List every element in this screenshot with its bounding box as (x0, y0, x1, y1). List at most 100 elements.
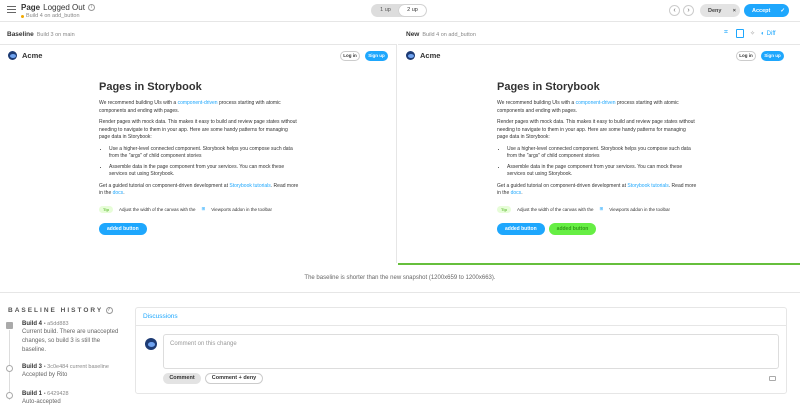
build-desc: Accepted by Rito (22, 372, 68, 378)
acme-logo-icon (406, 51, 415, 60)
story-name: Logged Out (43, 3, 85, 12)
build-hash: • 3c0e484 current baseline (43, 364, 109, 370)
build-number: Build 3 (22, 364, 43, 370)
new-detail: Build 4 on add_button (422, 31, 476, 38)
component-driven-link[interactable]: component-driven (576, 100, 616, 106)
tip-text: Adjust the width of the canvas with the (516, 206, 594, 212)
brand-name: Acme (22, 51, 43, 60)
commit-icon (6, 392, 13, 399)
discussions-panel: Discussions Comment on this change Comme… (135, 307, 787, 394)
snapshot-tools: ⌗ ✧ ◐ Diff (722, 29, 776, 38)
baseline-label: Baseline (7, 31, 34, 38)
build-number: Build 1 (22, 391, 43, 397)
added-button[interactable]: added button (497, 222, 545, 235)
list-item: Assemble data in the page component from… (507, 164, 697, 179)
app-brand: Acme (406, 51, 440, 60)
tip-row: Tip Adjust the width of the canvas with … (497, 205, 697, 213)
next-arrow-icon[interactable]: › (683, 5, 694, 16)
build-number: Build 4 (22, 321, 43, 327)
tutorials-link[interactable]: Storybook tutorials (627, 183, 668, 189)
build-subtitle: Build 4 on add_button (26, 13, 80, 19)
paragraph-2: Render pages with mock data. This makes … (497, 119, 695, 140)
accept-label: Accept (752, 7, 771, 14)
comment-button[interactable]: Comment (163, 373, 201, 384)
login-button[interactable]: Log in (736, 51, 756, 61)
page-heading: Pages in Storybook (99, 81, 202, 93)
markdown-icon (769, 376, 776, 381)
app-brand: Acme (8, 51, 42, 60)
accept-button[interactable]: Accept ✓ (744, 4, 789, 17)
divider (0, 292, 800, 293)
device-icon[interactable] (736, 29, 744, 38)
page-heading: Pages in Storybook (497, 81, 600, 93)
baseline-detail: Build 3 on main (36, 31, 75, 38)
pattern-list: Use a higher-level connected component. … (497, 146, 697, 179)
page-content: Pages in Storybook We recommend building… (99, 81, 299, 235)
signup-button[interactable]: Sign up (365, 51, 388, 61)
paragraph-1: We recommend building UIs with a compone… (99, 100, 281, 114)
paragraph-3: Get a guided tutorial on component-drive… (497, 182, 697, 197)
login-button[interactable]: Log in (340, 51, 360, 61)
prev-arrow-icon[interactable]: ‹ (669, 5, 680, 16)
pattern-list: Use a higher-level connected component. … (99, 146, 299, 179)
docs-link[interactable]: docs (113, 190, 124, 196)
new-snapshot: Acme Log in Sign up Pages in Storybook W… (398, 44, 800, 263)
acme-logo-icon (8, 51, 17, 60)
size-notice: The baseline is shorter than the new sna… (304, 275, 496, 281)
added-button[interactable]: added button (99, 222, 147, 235)
brand-name: Acme (420, 51, 441, 60)
history-item: Build 4 • a5dd883 Current build. There a… (22, 321, 122, 355)
avatar (145, 338, 157, 350)
component-driven-link[interactable]: component-driven (178, 100, 218, 106)
pin-icon[interactable]: ✧ (750, 30, 755, 37)
new-header: New Build 4 on add_button (406, 31, 476, 38)
close-icon: × (732, 7, 736, 14)
tip-badge: Tip (99, 205, 113, 213)
viewport-icon: ⊞ (599, 206, 604, 211)
build-desc: Current build. There are unaccepted chan… (22, 329, 119, 353)
signup-button[interactable]: Sign up (761, 51, 784, 61)
discussions-title: Discussions (136, 308, 786, 326)
baseline-header: Baseline Build 3 on main (7, 31, 75, 38)
comment-input[interactable]: Comment on this change (163, 334, 779, 369)
paragraph-3: Get a guided tutorial on component-drive… (99, 182, 299, 197)
top-bar: Page Logged Out i Build 4 on add_button … (0, 0, 800, 22)
page-content: Pages in Storybook We recommend building… (497, 81, 697, 235)
tip-text-2: Viewports addon in the toolbar (609, 206, 670, 212)
help-icon[interactable]: ? (106, 307, 114, 314)
diff-label: Diff (766, 30, 776, 37)
paragraph-2: Render pages with mock data. This makes … (99, 119, 297, 140)
list-item: Assemble data in the page component from… (109, 164, 299, 179)
deny-label: Deny (708, 7, 722, 14)
viewport-icon: ⊞ (201, 206, 206, 211)
story-title: Page Logged Out i Build 4 on add_button (21, 3, 95, 19)
build-desc: Auto-accepted (22, 399, 61, 405)
tip-badge: Tip (497, 205, 511, 213)
docs-link[interactable]: docs (511, 190, 522, 196)
info-icon[interactable]: i (87, 4, 95, 11)
tip-text: Adjust the width of the canvas with the (118, 206, 196, 212)
list-item: Use a higher-level connected component. … (109, 146, 299, 161)
diff-toggle[interactable]: ◐ Diff (761, 31, 776, 37)
diff-icon: ◐ (761, 30, 765, 37)
baseline-snapshot: Acme Log in Sign up Pages in Storybook W… (0, 44, 397, 263)
paragraph-1: We recommend building UIs with a compone… (497, 100, 679, 114)
status-dot-icon (21, 14, 24, 18)
deny-button[interactable]: Deny × (700, 4, 740, 17)
check-icon: ✓ (780, 7, 785, 14)
tip-row: Tip Adjust the width of the canvas with … (99, 205, 299, 213)
comment-deny-button[interactable]: Comment + deny (205, 373, 263, 384)
new-label: New (406, 31, 420, 38)
menu-icon[interactable] (7, 6, 16, 15)
commit-icon (6, 365, 13, 372)
added-button-new[interactable]: added button (548, 222, 597, 235)
crop-icon[interactable]: ⌗ (722, 29, 730, 38)
view-2up-button[interactable]: 2 up (399, 5, 426, 16)
history-item: Build 3 • 3c0e484 current baseline Accep… (22, 364, 122, 380)
view-mode-toggle: 1 up 2 up (371, 4, 427, 17)
tip-text-2: Viewports addon in the toolbar (211, 206, 272, 212)
history-item: Build 1 • 6429428 Auto-accepted (22, 391, 122, 407)
view-1up-button[interactable]: 1 up (372, 5, 399, 16)
tutorials-link[interactable]: Storybook tutorials (229, 183, 270, 189)
build-icon (6, 322, 13, 329)
